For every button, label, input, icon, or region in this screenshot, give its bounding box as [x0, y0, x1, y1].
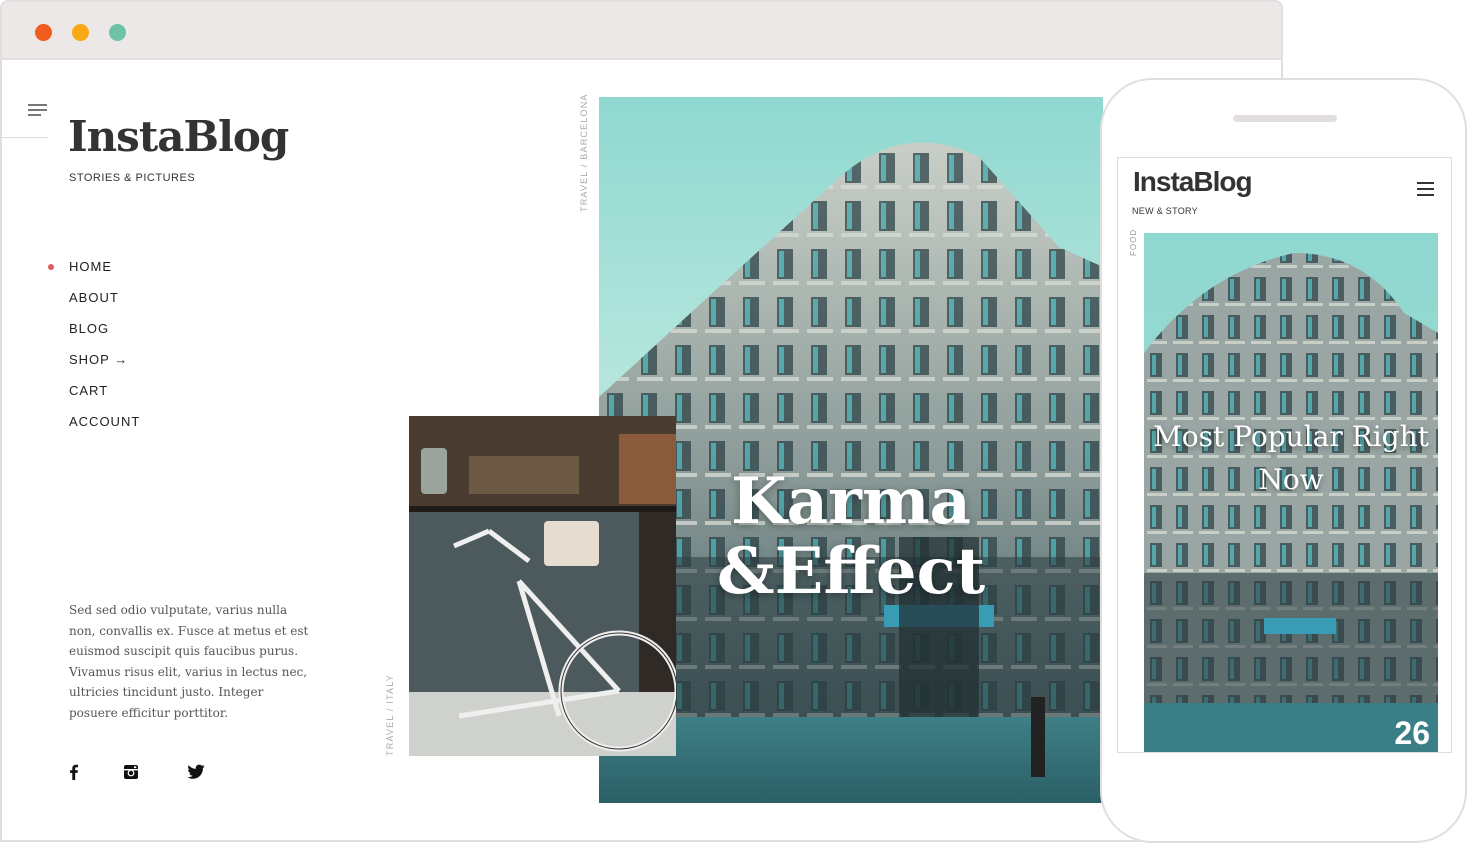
divider: [2, 137, 48, 138]
facebook-icon[interactable]: [66, 764, 82, 780]
mobile-post-count: 26: [1394, 715, 1430, 751]
phone-mockup: InstaBlog NEW & STORY FOOD Most Popular …: [1100, 78, 1467, 843]
browser-window: InstaBlog STORIES & PICTURES HOME ABOUT …: [0, 0, 1283, 842]
mobile-tagline: NEW & STORY: [1132, 206, 1198, 216]
nav-item-cart[interactable]: CART: [69, 383, 140, 414]
maximize-window-button[interactable]: [109, 24, 126, 41]
site-tagline: STORIES & PICTURES: [69, 172, 196, 184]
mobile-hero-title: Most Popular Right Now: [1153, 420, 1429, 496]
twitter-icon[interactable]: [187, 764, 205, 780]
close-window-button[interactable]: [35, 24, 52, 41]
mobile-logo[interactable]: InstaBlog: [1133, 166, 1253, 198]
minimize-window-button[interactable]: [72, 24, 89, 41]
hamburger-icon[interactable]: [28, 104, 48, 120]
nav-item-account[interactable]: ACCOUNT: [69, 414, 140, 445]
bicycle-illustration: [409, 416, 676, 756]
nav-item-about[interactable]: ABOUT: [69, 290, 140, 321]
hamburger-icon[interactable]: [1417, 182, 1435, 196]
phone-screen: InstaBlog NEW & STORY FOOD Most Popular …: [1117, 157, 1452, 753]
mobile-category-label: FOOD: [1129, 228, 1138, 256]
site-logo[interactable]: InstaBlog: [68, 112, 289, 161]
nav-item-shop[interactable]: SHOP →: [69, 352, 140, 383]
intro-text: Sed sed odio vulputate, varius nulla non…: [69, 603, 309, 720]
nav-item-blog[interactable]: BLOG: [69, 321, 140, 352]
category-label-barcelona: TRAVEL / BARCELONA: [579, 93, 589, 212]
nav-item-home[interactable]: HOME: [47, 259, 140, 290]
bicycle-photo[interactable]: [409, 416, 676, 756]
instagram-icon[interactable]: [123, 764, 139, 780]
category-label-italy: TRAVEL / ITALY: [385, 674, 395, 756]
main-nav: HOME ABOUT BLOG SHOP → CART ACCOUNT: [47, 259, 140, 445]
mobile-hero-image[interactable]: Most Popular Right Now 26: [1144, 233, 1438, 752]
phone-speaker: [1233, 115, 1337, 122]
window-titlebar: [2, 2, 1281, 60]
